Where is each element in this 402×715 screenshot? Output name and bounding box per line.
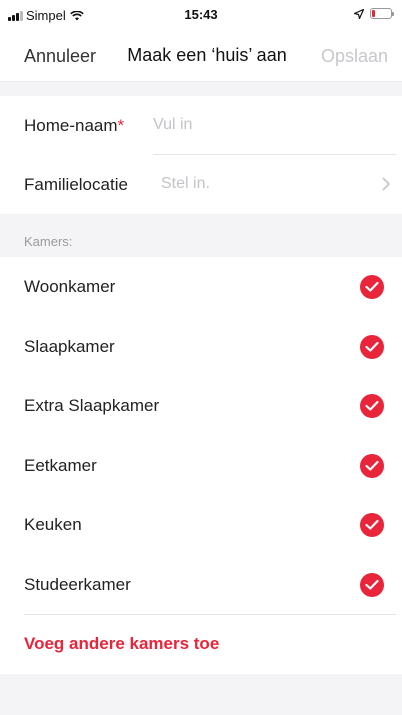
check-icon[interactable] [360, 513, 384, 537]
home-form: Home-naam* Vul in Familielocatie Stel in… [0, 96, 402, 214]
check-icon[interactable] [360, 572, 384, 597]
room-name: Slaapkamer [24, 336, 115, 356]
check-icon[interactable] [360, 275, 384, 299]
family-location-row[interactable]: Familielocatie Stel in. [0, 155, 402, 214]
rooms-section-label: Kamers: [24, 234, 73, 249]
home-name-row[interactable]: Home-naam* Vul in [0, 96, 402, 155]
check-icon[interactable] [360, 334, 384, 359]
add-rooms-divider [24, 614, 396, 615]
status-right [354, 8, 394, 19]
room-row-studeerkamer[interactable]: Studeerkamer [0, 555, 402, 615]
home-name-input[interactable]: Vul in [153, 116, 192, 134]
room-row-slaapkamer[interactable]: Slaapkamer [0, 317, 402, 377]
add-rooms-link[interactable]: Voeg andere kamers toe [24, 634, 219, 654]
battery-level [372, 10, 375, 17]
room-list: Woonkamer Slaapkamer Extra Slaapkamer Ee… [0, 257, 402, 674]
room-row-extra-slaapkamer[interactable]: Extra Slaapkamer [0, 376, 402, 436]
check-icon[interactable] [360, 394, 384, 418]
required-mark: * [117, 116, 125, 135]
room-name: Keuken [24, 515, 82, 534]
room-name: Extra Slaapkamer [24, 396, 160, 415]
check-icon[interactable] [360, 453, 384, 478]
room-name: Woonkamer [24, 277, 116, 296]
save-button[interactable]: Opslaan [321, 46, 388, 67]
room-name: Studeerkamer [24, 574, 131, 594]
status-bar: Simpel 15:43 [0, 0, 402, 30]
family-location-value[interactable]: Stel in. [161, 175, 210, 193]
navigation-bar: Annuleer Maak een ‘huis’ aan Opslaan [0, 30, 402, 82]
room-name: Eetkamer [24, 455, 97, 475]
home-name-label: Home-naam* [24, 116, 124, 136]
battery-icon [370, 8, 394, 19]
location-arrow-icon [354, 8, 364, 19]
home-name-label-text: Home-naam [24, 116, 118, 135]
room-row-woonkamer[interactable]: Woonkamer [0, 257, 402, 317]
chevron-right-icon [382, 177, 390, 191]
room-row-eetkamer[interactable]: Eetkamer [0, 436, 402, 496]
family-location-label: Familielocatie [24, 175, 128, 194]
status-time: 15:43 [184, 7, 218, 22]
room-row-keuken[interactable]: Keuken [0, 495, 402, 555]
